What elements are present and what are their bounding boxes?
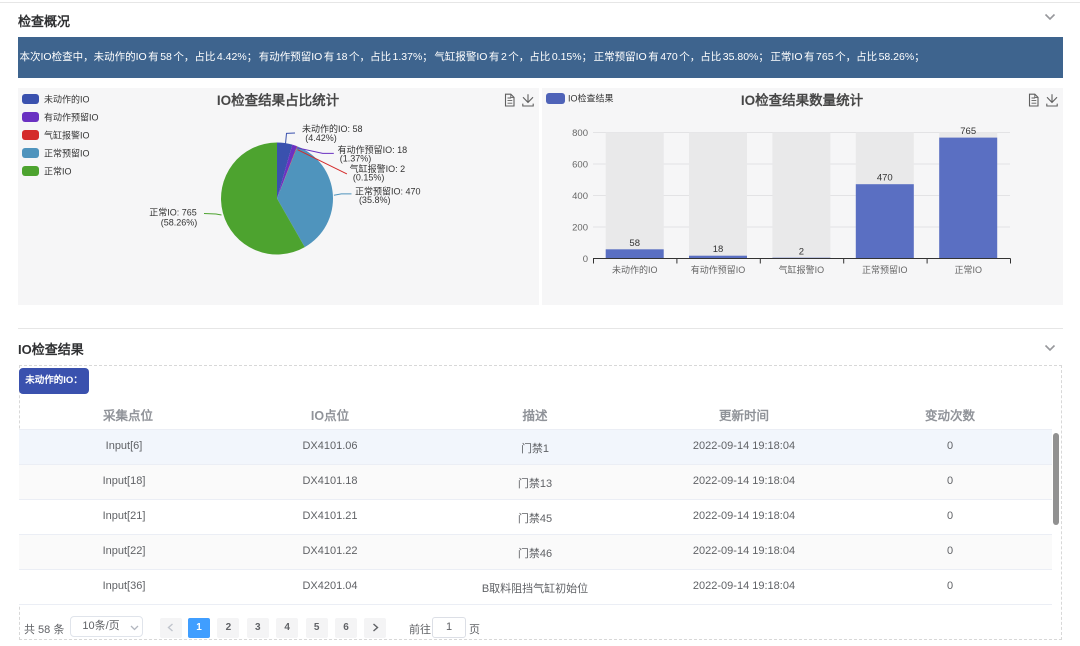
svg-text:有动作预留IO: 有动作预留IO [44,112,99,123]
svg-text:未动作的IO: 未动作的IO [44,94,90,105]
svg-text:正常IO: 正常IO [954,264,982,275]
svg-text:未动作的IO: 未动作的IO [612,264,658,275]
svg-text:58: 58 [629,238,640,249]
svg-text:IO检查结果: IO检查结果 [568,93,614,104]
svg-text:765: 765 [960,126,976,137]
svg-text:600: 600 [572,160,588,171]
svg-text:IO检查结果占比统计: IO检查结果占比统计 [217,92,340,108]
svg-text:气缸报警IO: 气缸报警IO [44,130,90,141]
svg-text:(0.15%): (0.15%) [353,173,385,183]
svg-text:(1.37%): (1.37%) [340,154,372,164]
svg-text:气缸报警IO: 气缸报警IO [779,264,825,275]
svg-text:(4.42%): (4.42%) [305,133,337,143]
svg-text:正常IO: 正常IO [44,166,72,177]
svg-text:470: 470 [877,173,893,184]
svg-text:18: 18 [713,244,724,255]
svg-text:(35.8%): (35.8%) [359,195,391,205]
svg-text:200: 200 [572,223,588,234]
svg-text:正常IO: 765: 正常IO: 765 [149,207,197,218]
svg-text:800: 800 [572,128,588,139]
svg-text:400: 400 [572,191,588,202]
svg-text:正常预留IO: 正常预留IO [44,148,90,159]
svg-text:2: 2 [799,247,804,258]
svg-text:有动作预留IO: 有动作预留IO [691,264,746,275]
svg-text:正常预留IO: 正常预留IO [862,264,908,275]
svg-text:(58.26%): (58.26%) [161,217,198,227]
svg-text:0: 0 [583,254,588,265]
svg-text:IO检查结果数量统计: IO检查结果数量统计 [741,92,864,108]
